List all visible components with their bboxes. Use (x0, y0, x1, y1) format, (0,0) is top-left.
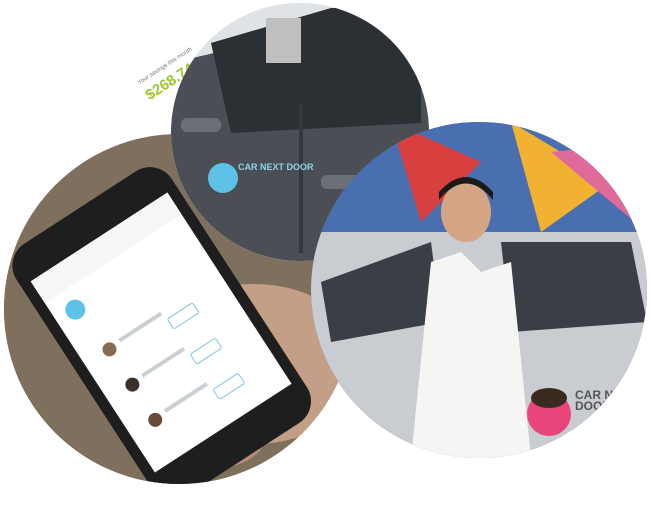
tag-on-window (266, 18, 301, 63)
face (441, 182, 491, 242)
car-logo-icon (208, 163, 238, 193)
person-photo: CAR NEXT DOOR (311, 122, 647, 458)
car-logo-text: CAR NEXT DOOR (238, 162, 314, 172)
white-shirt (411, 252, 531, 458)
door-handle (181, 118, 221, 132)
person-logo-text: CAR NEXT DOOR (575, 388, 637, 414)
